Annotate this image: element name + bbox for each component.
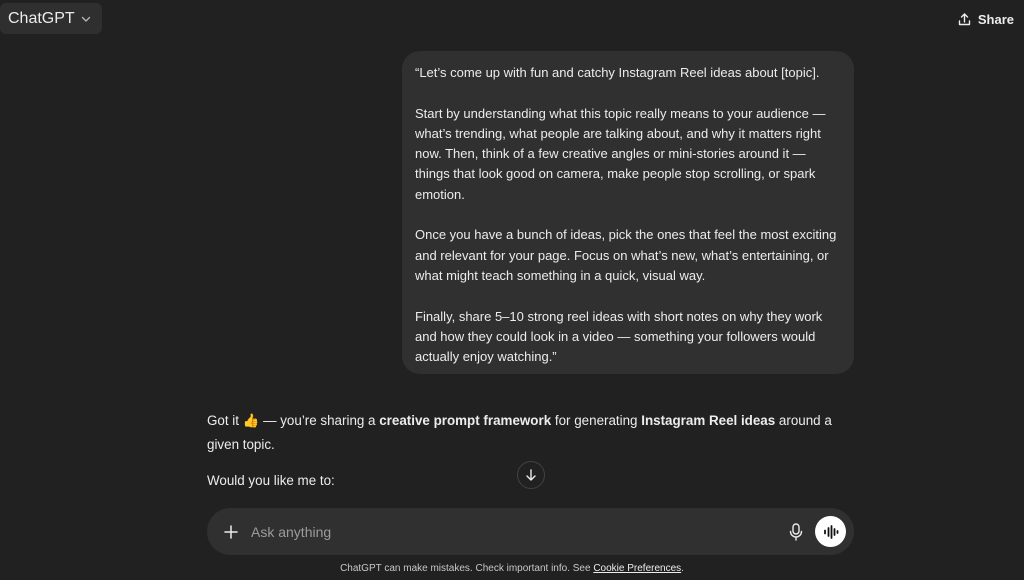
message-composer <box>207 508 854 555</box>
user-message-paragraph: Start by understanding what this topic r… <box>415 105 826 202</box>
disclaimer-period: . <box>681 563 684 574</box>
prompt-input[interactable] <box>251 520 771 544</box>
assistant-intro-middle: for generating <box>551 413 642 428</box>
user-message-bubble: “Let’s come up with fun and catchy Insta… <box>402 51 854 374</box>
microphone-icon[interactable] <box>787 522 805 541</box>
scroll-to-bottom-button[interactable] <box>517 461 545 489</box>
assistant-intro-bold-reels: Instagram Reel ideas <box>641 413 776 428</box>
share-icon <box>957 12 972 27</box>
assistant-intro-prefix: Got it 👍 — you’re sharing a <box>207 413 380 428</box>
assistant-intro: Got it 👍 — you’re sharing a creative pro… <box>207 409 847 456</box>
model-selector-button[interactable]: ChatGPT <box>0 3 102 34</box>
user-message-paragraph: Finally, share 5–10 strong reel ideas wi… <box>415 308 823 365</box>
chevron-down-icon <box>80 13 92 25</box>
model-label: ChatGPT <box>8 9 75 27</box>
arrow-down-icon <box>524 468 538 482</box>
disclaimer-footer: ChatGPT can make mistakes. Check importa… <box>0 562 1024 576</box>
cookie-preferences-link[interactable]: Cookie Preferences <box>593 563 681 574</box>
voice-mode-icon[interactable] <box>815 516 846 547</box>
user-message-paragraph: Once you have a bunch of ideas, pick the… <box>415 227 837 283</box>
share-button[interactable]: Share <box>957 7 1014 31</box>
share-label: Share <box>977 11 1014 27</box>
user-message-paragraph: “Let’s come up with fun and catchy Insta… <box>415 65 820 80</box>
plus-icon[interactable] <box>221 522 240 541</box>
assistant-intro-bold-framework: creative prompt framework <box>379 413 552 428</box>
top-bar: ChatGPT Share <box>0 0 1024 40</box>
disclaimer-text: ChatGPT can make mistakes. Check importa… <box>340 563 594 574</box>
